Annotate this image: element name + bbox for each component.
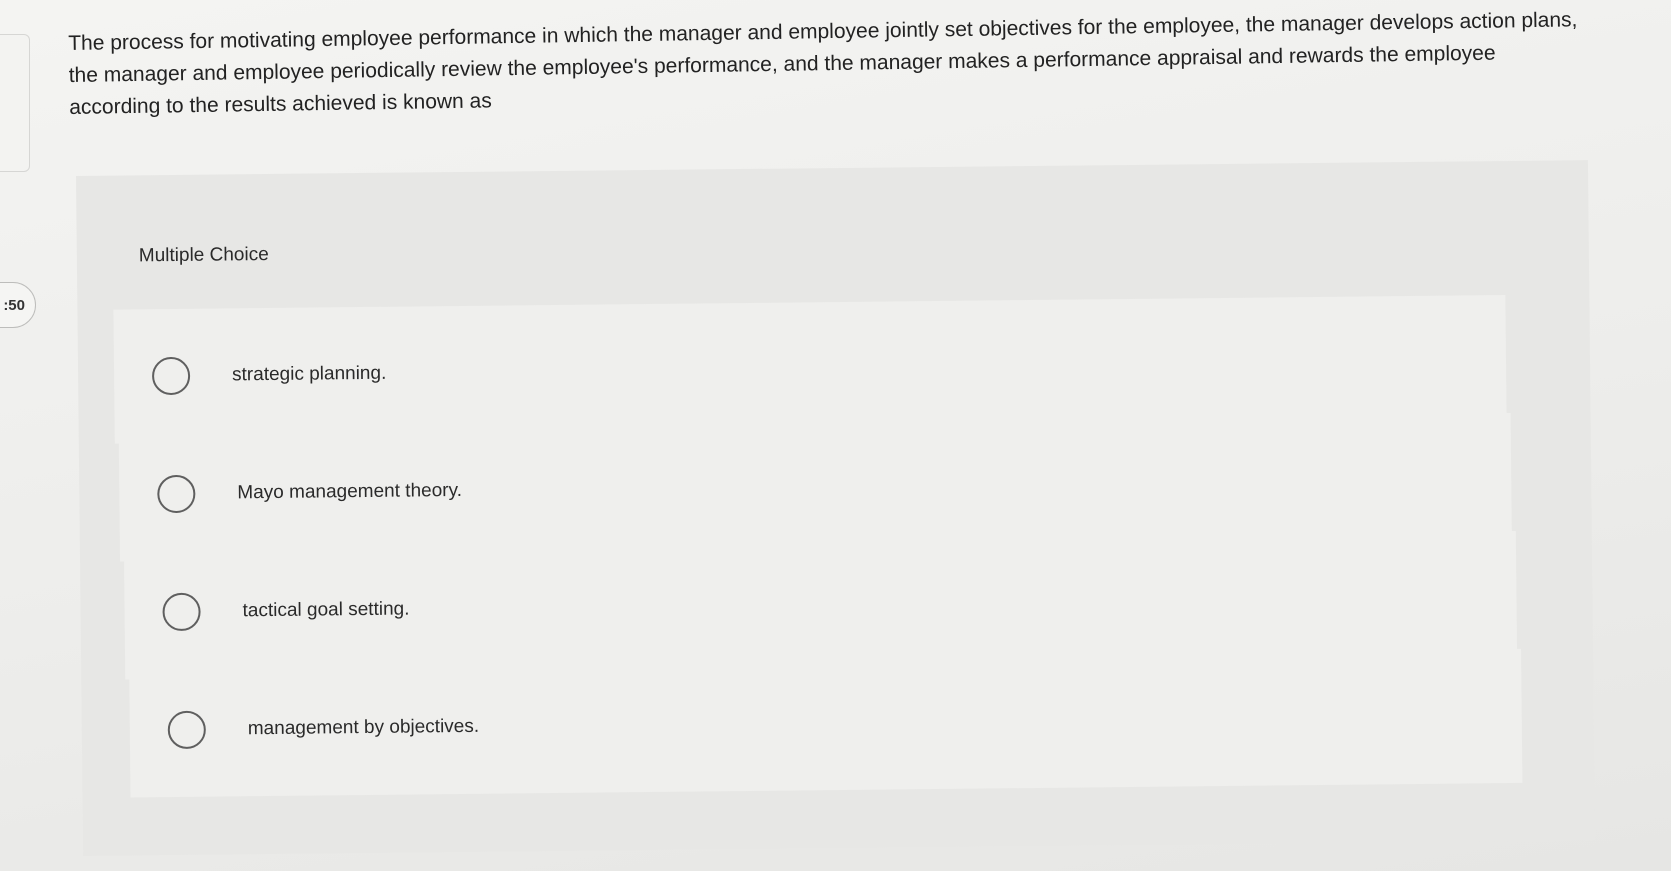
option-management-by-objectives[interactable]: management by objectives. <box>129 648 1523 798</box>
option-label: Mayo management theory. <box>237 479 463 504</box>
side-panel-card <box>0 34 30 172</box>
radio-button[interactable] <box>151 356 191 396</box>
timer-badge: :50 <box>0 282 36 328</box>
option-label: management by objectives. <box>247 715 480 740</box>
quiz-page: :50 The process for motivating employee … <box>0 0 1671 871</box>
multiple-choice-panel: Multiple Choice strategic planning. Mayo… <box>76 160 1596 856</box>
radio-button[interactable] <box>162 592 201 632</box>
radio-button[interactable] <box>157 474 196 514</box>
timer-text: :50 <box>3 296 25 314</box>
radio-button[interactable] <box>167 710 207 750</box>
question-text: The process for motivating employee perf… <box>68 8 1578 119</box>
option-label: strategic planning. <box>231 362 387 386</box>
question-type-label: Multiple Choice <box>138 243 269 267</box>
option-label: tactical goal setting. <box>242 598 410 622</box>
